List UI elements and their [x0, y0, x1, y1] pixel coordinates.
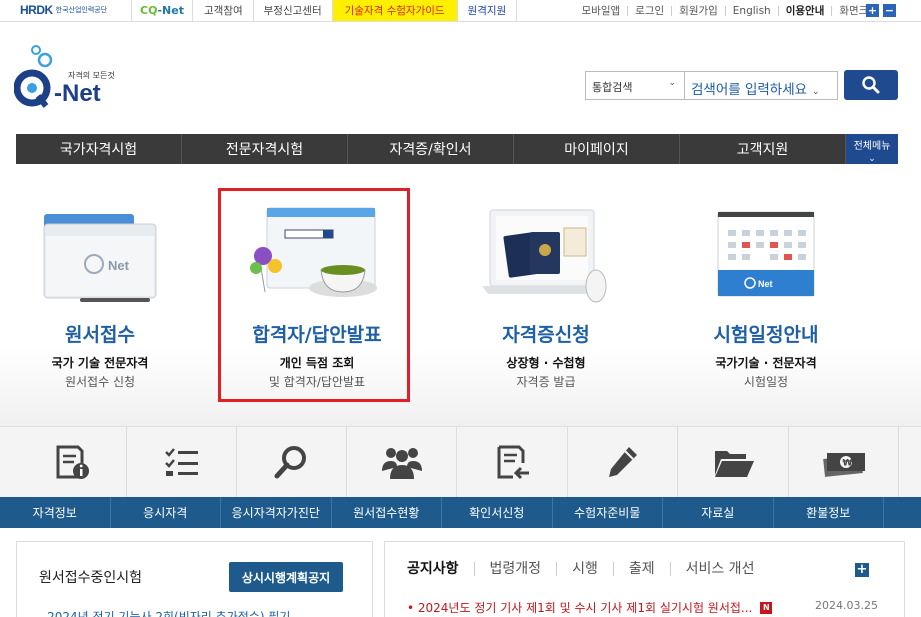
search-input[interactable]: 검색어를 입력하세요 ⌄	[685, 71, 838, 100]
top-link-remote-support[interactable]: 원격지원	[458, 0, 518, 21]
document-info-icon	[56, 445, 89, 479]
hrdk-logo[interactable]: HRDK 한국산업인력공단	[20, 2, 107, 18]
notice-panel: 공지사항 법령개정 시행 출제 서비스 개선 + • 2024년도 정기 기사 …	[384, 541, 905, 617]
notice-item[interactable]: • 2024년도 정기 기사 제1회 및 수시 기사 제1회 실기시험 원서접.…	[407, 599, 773, 616]
chevron-down-icon: ⌄	[668, 78, 676, 88]
chevron-down-icon: ⌄	[868, 154, 876, 164]
service-application[interactable]: Net 원서접수 국가 기술 전문자격 원서접수 신청	[0, 180, 200, 410]
regular-plan-notice-button[interactable]: 상시시행계획공지	[229, 562, 343, 592]
top-link-signup[interactable]: 회원가입	[671, 5, 725, 16]
highlight-box	[218, 188, 410, 402]
nav-customer-support[interactable]: 고객지원	[680, 134, 846, 164]
quick-link-status[interactable]: 원서접수현황	[332, 497, 442, 528]
quick-link-supplies[interactable]: 수험자준비물	[553, 497, 663, 528]
quick-link-confirmation[interactable]: 확인서신청	[442, 497, 553, 528]
qnet-logo[interactable]: 자격의 모든것 -Net	[13, 44, 124, 114]
top-link-customer[interactable]: 고객참여	[194, 0, 254, 21]
service-title: 시험일정안내	[713, 324, 819, 346]
search-button[interactable]	[844, 70, 898, 100]
search-placeholder: 검색어를 입력하세요	[691, 82, 808, 98]
zoom-out-button[interactable]: −	[883, 4, 896, 17]
service-schedule[interactable]: Net 시험일정안내 국가기술 · 전문자격 시험일정	[666, 180, 866, 410]
top-link-guide[interactable]: 이용안내	[777, 5, 832, 16]
cq-net-logo[interactable]: CQ -Net	[131, 0, 193, 21]
quick-icon-archive[interactable]	[679, 427, 789, 499]
svg-text:Net: Net	[108, 258, 130, 273]
quick-icon-supplies[interactable]	[568, 427, 678, 499]
nav-professional-exam[interactable]: 전문자격시험	[182, 134, 348, 164]
service-description: 자격증 발급	[516, 375, 576, 389]
certificate-laptop-icon	[482, 209, 607, 303]
quick-icon-confirmation[interactable]	[458, 427, 568, 499]
quick-link-archive[interactable]: 자료실	[663, 497, 774, 528]
chevron-down-icon: ⌄	[809, 87, 820, 97]
tab-notice[interactable]: 공지사항	[407, 562, 474, 576]
money-icon: ₩	[822, 453, 865, 477]
notice-title: • 2024년도 정기 기사 제1회 및 수시 기사 제1회 실기시험 원서접.…	[407, 601, 753, 615]
service-description: 원서접수 신청	[64, 375, 136, 389]
search-scope-value: 통합검색	[592, 81, 633, 94]
magnifier-icon	[274, 446, 306, 479]
quick-menu-icons: ₩	[0, 426, 921, 499]
quick-link-info[interactable]: 자격정보	[0, 497, 111, 528]
quick-icon-info[interactable]	[17, 427, 127, 499]
folder-open-icon	[714, 451, 754, 477]
service-title: 자격증신청	[502, 324, 590, 346]
quick-link-eligibility[interactable]: 응시자격	[111, 497, 221, 528]
notice-tabs: 공지사항 법령개정 시행 출제 서비스 개선	[407, 562, 769, 576]
people-group-icon	[381, 448, 422, 479]
hrdk-logo-mark: HRDK	[20, 3, 53, 17]
top-link-english[interactable]: English	[724, 5, 778, 16]
service-certificate[interactable]: 자격증신청 상장형 · 수첩형 자격증 발급	[446, 180, 646, 410]
calendar-icon: Net	[717, 211, 815, 297]
new-badge: N	[760, 601, 773, 614]
tab-service-improvement[interactable]: 서비스 개선	[669, 562, 770, 576]
service-subtitle: 국가기술 · 전문자격	[715, 356, 817, 370]
pencil-icon	[608, 447, 637, 477]
nav-national-exam[interactable]: 국가자격시험	[16, 134, 182, 164]
open-exams-panel: 원서접수중인시험 상시시행계획공지 - 2024년 정기 기능사 2회(빈자리 …	[16, 541, 373, 617]
quick-icon-refund[interactable]: ₩	[789, 427, 899, 499]
zoom-in-button[interactable]: +	[866, 4, 879, 17]
quick-icon-status[interactable]	[347, 427, 457, 499]
more-notice-button[interactable]: +	[855, 563, 869, 577]
qnet-logo-text: -Net	[54, 80, 101, 107]
quick-icon-self-check[interactable]	[237, 427, 347, 499]
checklist-icon	[164, 448, 198, 476]
tab-law-revision[interactable]: 법령개정	[473, 562, 557, 576]
svg-text:Net: Net	[758, 279, 773, 289]
main-navigation: 국가자격시험 전문자격시험 자격증/확인서 마이페이지 고객지원 전체메뉴 ⌄	[16, 134, 898, 164]
top-link-login[interactable]: 로그인	[627, 5, 671, 16]
top-link-report[interactable]: 부정신고센터	[254, 0, 333, 21]
service-subtitle: 국가 기술 전문자격	[51, 356, 149, 370]
list-item[interactable]: - 2024년 정기 기능사 2회(빈자리 추가접수) 필기	[39, 608, 290, 617]
panel-title: 원서접수중인시험	[39, 570, 143, 586]
notice-date: 2024.03.25	[815, 599, 878, 612]
cq-net-logo-net: -Net	[157, 4, 184, 17]
quick-link-refund[interactable]: 환불정보	[774, 497, 884, 528]
all-menu-label: 전체메뉴	[853, 141, 891, 152]
cq-net-logo-c: CQ	[140, 4, 158, 17]
search-icon	[862, 76, 880, 94]
nav-mypage[interactable]: 마이페이지	[514, 134, 680, 164]
search-scope-select[interactable]: 통합검색 ⌄	[585, 71, 685, 100]
nav-certificate[interactable]: 자격증/확인서	[348, 134, 514, 164]
service-description: 시험일정	[743, 375, 789, 389]
quick-link-self-check[interactable]: 응시자격자가진단	[221, 497, 332, 528]
top-utility-bar: HRDK 한국산업인력공단 CQ -Net 고객참여 부정신고센터 기술자격 수험…	[0, 0, 921, 22]
folder-icon: Net	[43, 214, 157, 302]
service-title: 원서접수	[65, 324, 135, 346]
quick-menu-labels: 자격정보 응시자격 응시자격자가진단 원서접수현황 확인서신청 수험자준비물 자…	[0, 497, 921, 528]
all-menu-button[interactable]: 전체메뉴 ⌄	[846, 134, 898, 164]
top-link-exam-guide[interactable]: 기술자격 수험자가이드	[332, 0, 458, 21]
hrdk-logo-name: 한국산업인력공단	[55, 6, 108, 14]
quick-icon-eligibility[interactable]	[127, 427, 237, 499]
tab-question[interactable]: 출제	[612, 562, 670, 576]
document-return-icon	[497, 445, 529, 480]
tab-enforcement[interactable]: 시행	[556, 562, 613, 576]
top-link-mobile-app[interactable]: 모바일앱	[575, 5, 628, 16]
svg-text:₩: ₩	[842, 459, 852, 469]
service-subtitle: 상장형 · 수첩형	[506, 356, 586, 370]
